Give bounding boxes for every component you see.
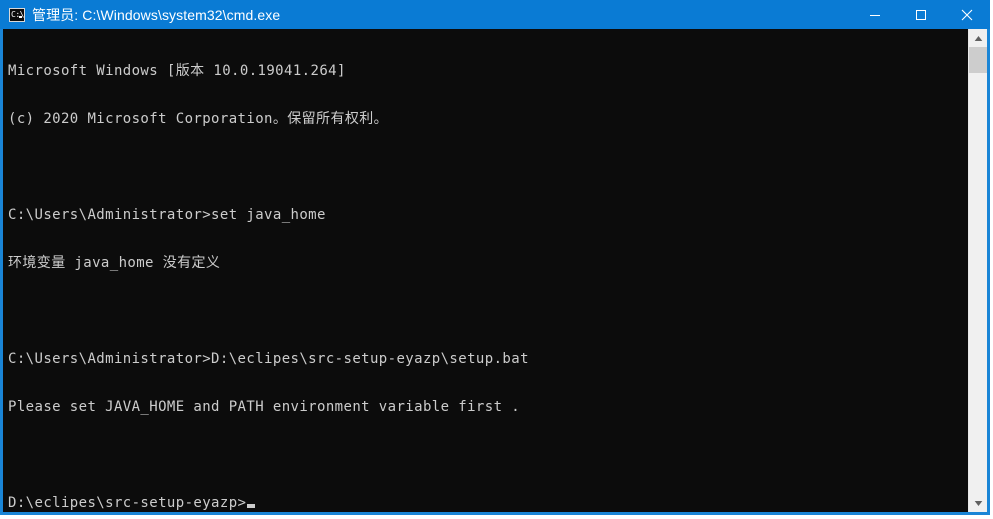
desktop-background: C:\ 管理员: C:\Windows\system32\cmd.exe Mic…	[0, 0, 993, 519]
window-controls	[852, 0, 990, 29]
console-text: Microsoft Windows [版本 10.0.19041.264] (c…	[8, 31, 963, 512]
console-prompt-line: D:\eclipes\src-setup-eyazp>	[8, 495, 963, 511]
maximize-icon	[915, 9, 927, 21]
console-line: Please set JAVA_HOME and PATH environmen…	[8, 399, 521, 415]
close-icon	[961, 9, 973, 21]
cmd-window: C:\ 管理员: C:\Windows\system32\cmd.exe Mic…	[0, 0, 990, 515]
cmd-icon-glyph: C:\	[11, 9, 24, 19]
scroll-down-arrow-icon	[974, 500, 983, 507]
scroll-thumb[interactable]	[969, 47, 987, 73]
scroll-down-button[interactable]	[969, 494, 987, 512]
minimize-icon	[869, 9, 881, 21]
cmd-console-icon: C:\	[9, 7, 25, 22]
console-line: C:\Users\Administrator>set java_home	[8, 207, 326, 223]
window-title: 管理员: C:\Windows\system32\cmd.exe	[32, 6, 281, 23]
console-line: C:\Users\Administrator>D:\eclipes\src-se…	[8, 351, 529, 367]
close-button[interactable]	[944, 0, 990, 29]
cmd-icon-cursor	[19, 15, 22, 18]
scroll-up-button[interactable]	[969, 29, 987, 47]
console-line: (c) 2020 Microsoft Corporation。保留所有权利。	[8, 111, 389, 127]
scrollbar-track[interactable]	[969, 47, 987, 494]
title-bar[interactable]: C:\ 管理员: C:\Windows\system32\cmd.exe	[0, 0, 990, 29]
scroll-up-arrow-icon	[974, 35, 983, 42]
vertical-scrollbar[interactable]	[968, 29, 987, 512]
console-line: 环境变量 java_home 没有定义	[8, 255, 221, 271]
console-line: Microsoft Windows [版本 10.0.19041.264]	[8, 63, 346, 79]
minimize-button[interactable]	[852, 0, 898, 29]
console-cursor	[247, 504, 256, 508]
maximize-button[interactable]	[898, 0, 944, 29]
console-output-area[interactable]: Microsoft Windows [版本 10.0.19041.264] (c…	[3, 29, 987, 512]
console-prompt-text: D:\eclipes\src-setup-eyazp>	[8, 495, 247, 511]
